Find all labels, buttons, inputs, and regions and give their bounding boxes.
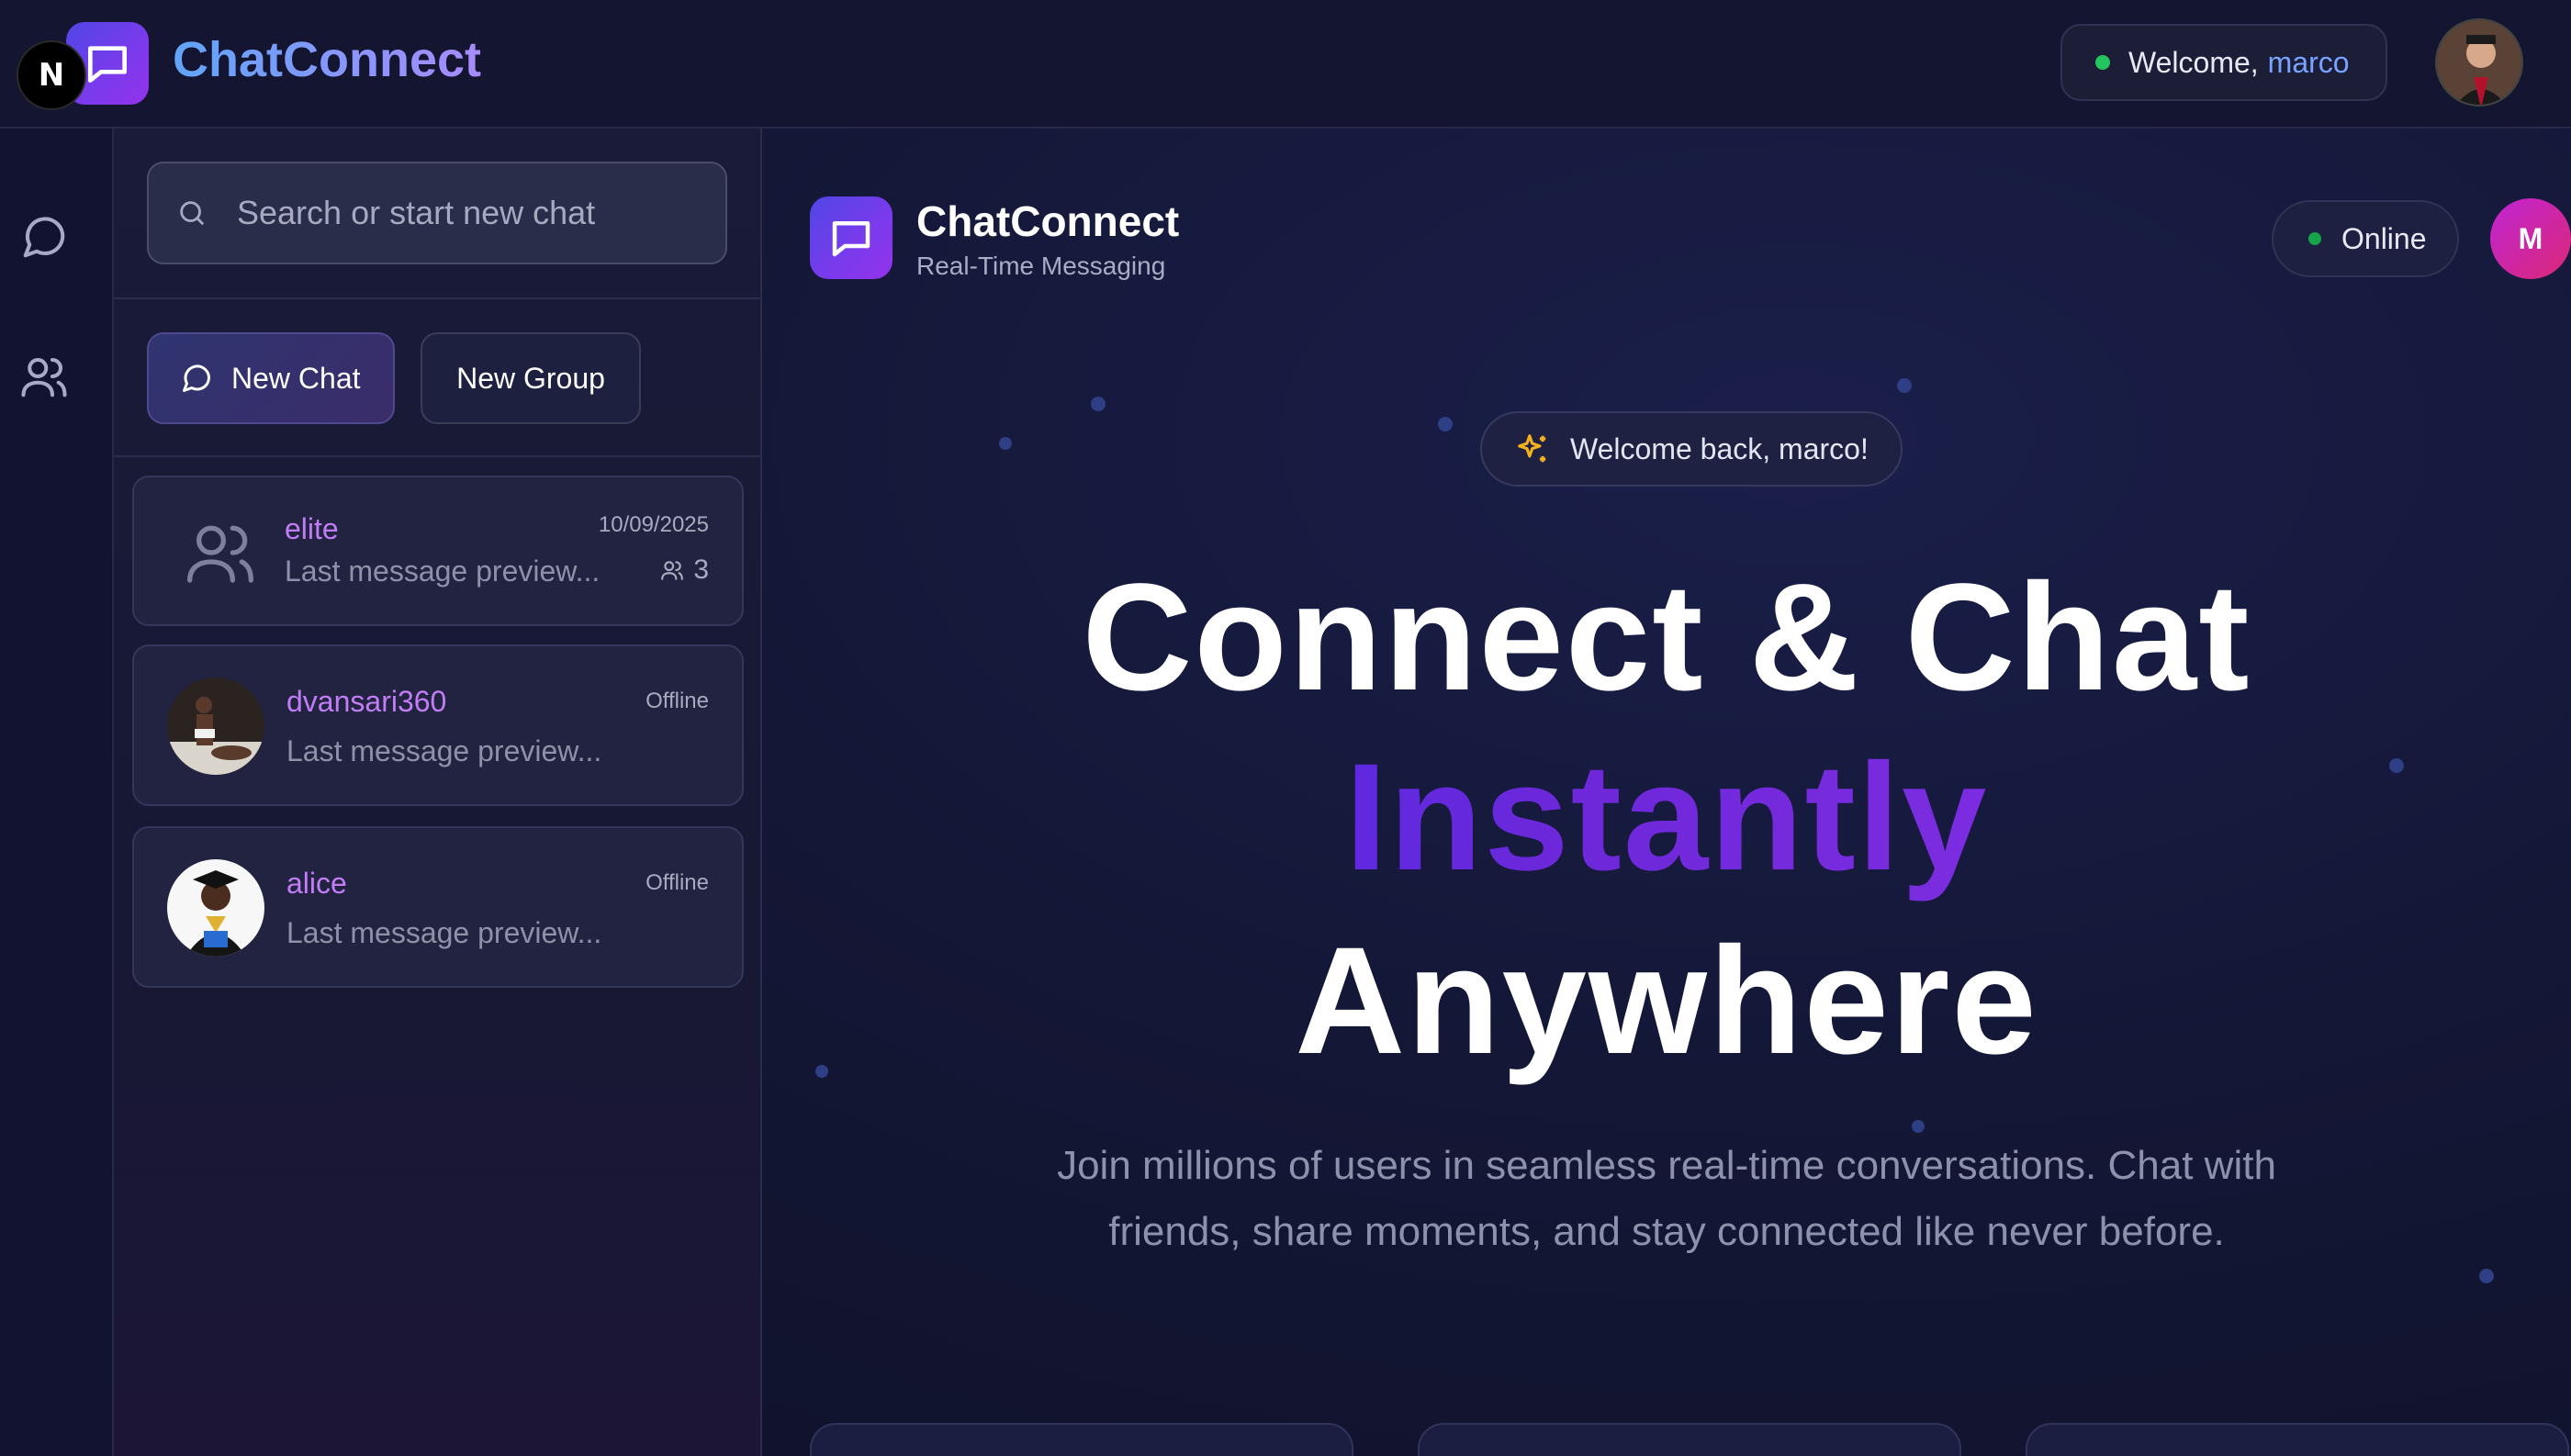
headline-line-1: Connect & Chat [1082,553,2251,722]
search-box[interactable] [147,162,727,264]
chat-status: Offline [646,689,709,713]
divider [114,297,762,299]
online-status-dot [2308,232,2321,245]
welcome-back-badge: Welcome back, marco! [1480,411,1903,487]
new-chat-button[interactable]: New Chat [147,332,395,424]
chat-timestamp: 10/09/2025 [598,512,709,537]
welcome-prefix: Welcome, [2128,45,2259,79]
status-badge: Online [2272,200,2459,277]
feature-card[interactable] [1418,1423,1961,1456]
feature-card[interactable] [2026,1423,2569,1456]
chat-preview: Last message preview... [285,554,601,588]
chat-preview: Last message preview... [286,734,602,767]
chat-status: Offline [646,870,709,895]
chat-item-alice[interactable]: alice Offline Last message preview... [132,826,744,988]
chat-name: dvansari360 [286,685,447,718]
welcome-back-text: Welcome back, marco! [1570,431,1869,465]
sidebar-rail [0,129,114,1456]
top-bar: ChatConnect Welcome, marco [0,0,2571,129]
chat-name: alice [286,867,347,900]
brand-name[interactable]: ChatConnect [173,31,481,88]
contacts-nav-button[interactable] [15,347,73,406]
headline-line-3: Anywhere [1295,916,2038,1086]
message-circle-icon [23,217,65,258]
framework-badge[interactable]: N [17,40,86,110]
message-circle-icon [183,364,210,392]
group-icon [187,525,254,583]
search-icon [180,201,204,225]
chat-bubble-icon [832,221,870,257]
member-count: 3 [660,554,709,586]
new-group-label: New Group [456,361,605,395]
hero-description-line-2: friends, share moments, and stay connect… [1108,1209,2225,1254]
profile-avatar[interactable]: M [2490,198,2571,279]
search-input[interactable] [235,193,713,233]
chat-bubble-icon [88,46,128,83]
headline-line-2: Instantly [762,731,2571,905]
chat-list-panel: New Chat New Group elite 10/09/2025 Last… [114,129,762,1456]
app-logo [810,196,893,279]
feature-card[interactable] [810,1423,1353,1456]
main-subtitle: Real-Time Messaging [916,252,1166,280]
users-icon [661,561,684,580]
chats-nav-button[interactable] [15,207,73,266]
users-icon [21,357,67,398]
user-avatar[interactable] [2435,18,2523,106]
user-photo [2437,20,2521,105]
new-group-button[interactable]: New Group [421,332,641,424]
app-root: ChatConnect Welcome, marco N Search or s… [0,0,2571,1456]
chat-name: elite [285,512,339,545]
member-count-value: 3 [693,554,709,585]
new-chat-label: New Chat [231,361,361,395]
chat-item-elite[interactable]: elite 10/09/2025 Last message preview...… [132,476,744,626]
welcome-indicator: Welcome, marco [2060,24,2387,101]
status-label: Online [2341,221,2427,255]
contact-avatar [167,859,264,957]
chat-preview: Last message preview... [286,916,602,949]
divider [114,455,762,457]
welcome-username: marco [2267,45,2350,79]
main-title: ChatConnect [916,197,1180,245]
contact-avatar [167,678,264,775]
online-status-dot [2095,55,2110,70]
chat-item-dvansari360[interactable]: dvansari360 Offline Last message preview… [132,644,744,806]
sparkles-icon [1518,434,1546,463]
main-content: ChatConnect Real-Time Messaging Online M… [762,129,2571,1456]
hero-description: Join millions of users in seamless real-… [762,1133,2571,1265]
hero-description-line-1: Join millions of users in seamless real-… [1057,1143,2276,1188]
